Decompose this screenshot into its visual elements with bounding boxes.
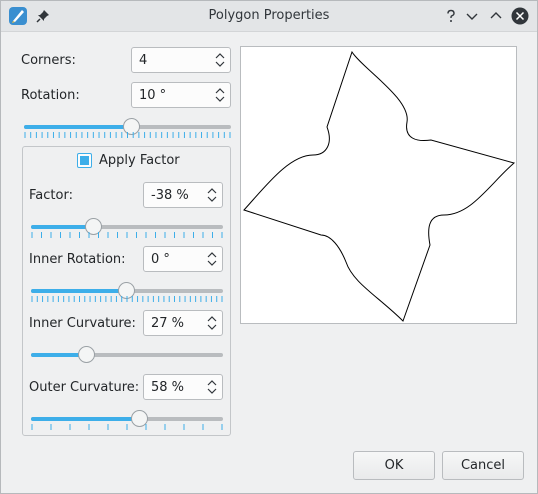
slider-fill	[31, 417, 141, 421]
polygon-properties-dialog: Polygon Properties Corners: 4 Rotation: …	[0, 0, 538, 494]
corners-value: 4	[139, 53, 148, 68]
maximize-icon[interactable]	[487, 7, 505, 25]
outer-curvature-label: Outer Curvature:	[29, 380, 140, 395]
checkbox-checked-mark	[80, 156, 89, 165]
factor-spinbox[interactable]: -38 %	[143, 182, 223, 208]
slider-ticks	[31, 360, 223, 368]
polygon-shape	[243, 50, 516, 322]
inner-rotation-slider[interactable]	[31, 282, 223, 312]
spin-arrows-icon[interactable]	[207, 186, 217, 204]
spin-arrows-icon[interactable]	[215, 86, 225, 104]
ok-button[interactable]: OK	[353, 451, 435, 480]
slider-ticks	[31, 296, 223, 302]
slider-ticks	[31, 232, 223, 238]
rotation-value: 10 °	[139, 88, 167, 103]
title-bar[interactable]: Polygon Properties	[1, 1, 537, 32]
factor-slider[interactable]	[31, 218, 223, 248]
inner-rotation-label: Inner Rotation:	[29, 252, 126, 267]
rotation-slider[interactable]	[24, 118, 231, 148]
apply-factor-checkbox[interactable]	[77, 153, 92, 168]
outer-curvature-value: 58 %	[151, 380, 185, 395]
minimize-icon[interactable]	[463, 7, 481, 25]
inner-rotation-spinbox[interactable]: 0 °	[143, 246, 223, 272]
slider-fill	[31, 289, 127, 293]
spin-arrows-icon[interactable]	[207, 250, 217, 268]
cancel-button[interactable]: Cancel	[442, 451, 524, 480]
corners-label: Corners:	[21, 53, 76, 68]
rotation-spinbox[interactable]: 10 °	[131, 82, 231, 108]
inner-curvature-value: 27 %	[151, 316, 185, 331]
apply-factor-label[interactable]: Apply Factor	[99, 153, 180, 168]
close-icon[interactable]	[511, 7, 529, 25]
slider-ticks	[24, 132, 231, 138]
slider-fill	[24, 125, 132, 129]
outer-curvature-slider[interactable]	[31, 410, 223, 440]
spin-arrows-icon[interactable]	[207, 314, 217, 332]
help-icon[interactable]	[442, 7, 460, 25]
outer-curvature-spinbox[interactable]: 58 %	[143, 374, 223, 400]
inner-curvature-label: Inner Curvature:	[29, 316, 136, 331]
rotation-label: Rotation:	[21, 88, 80, 103]
inner-rotation-value: 0 °	[151, 252, 170, 267]
inner-curvature-spinbox[interactable]: 27 %	[143, 310, 223, 336]
corners-spinbox[interactable]: 4	[131, 47, 231, 73]
inner-curvature-slider[interactable]	[31, 346, 223, 376]
factor-value: -38 %	[151, 188, 189, 203]
polygon-preview	[240, 46, 517, 324]
slider-ticks	[31, 424, 223, 430]
factor-label: Factor:	[29, 188, 73, 203]
spin-arrows-icon[interactable]	[215, 51, 225, 69]
spin-arrows-icon[interactable]	[207, 378, 217, 396]
